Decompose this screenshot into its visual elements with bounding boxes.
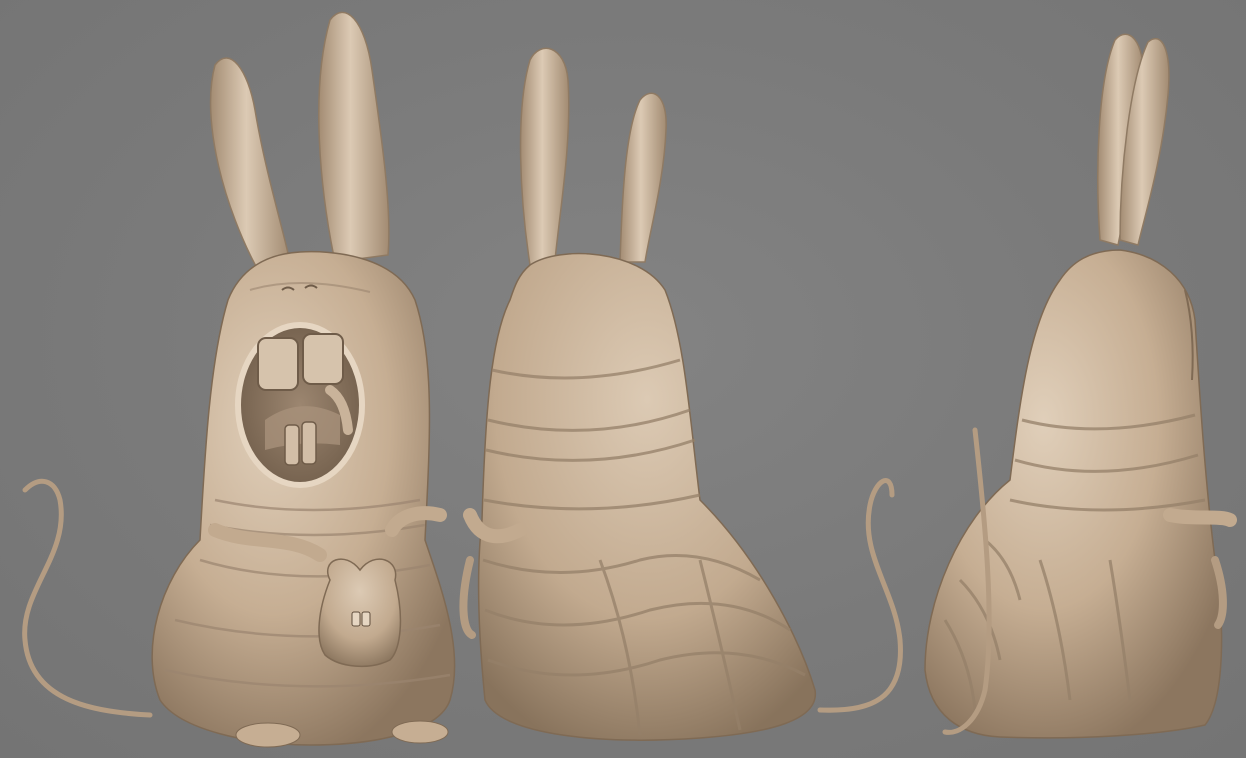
front-right-ear — [318, 11, 390, 263]
back-right-ear — [619, 92, 667, 263]
render-viewport — [0, 0, 1246, 758]
front-upper-tooth-left — [257, 337, 299, 391]
sculpt-render — [22, 11, 1237, 748]
bunny-front-view — [22, 11, 456, 748]
back-left-ear — [519, 47, 570, 266]
back-body — [477, 252, 816, 741]
front-right-foot — [391, 720, 449, 744]
side-body — [924, 249, 1223, 739]
front-tail — [22, 478, 153, 718]
front-left-foot — [235, 722, 301, 748]
bunny-back-view — [459, 47, 903, 741]
front-left-ear — [209, 57, 291, 271]
front-upper-tooth-right — [302, 333, 344, 385]
back-tail — [817, 478, 903, 713]
bunny-side-view — [924, 33, 1237, 739]
